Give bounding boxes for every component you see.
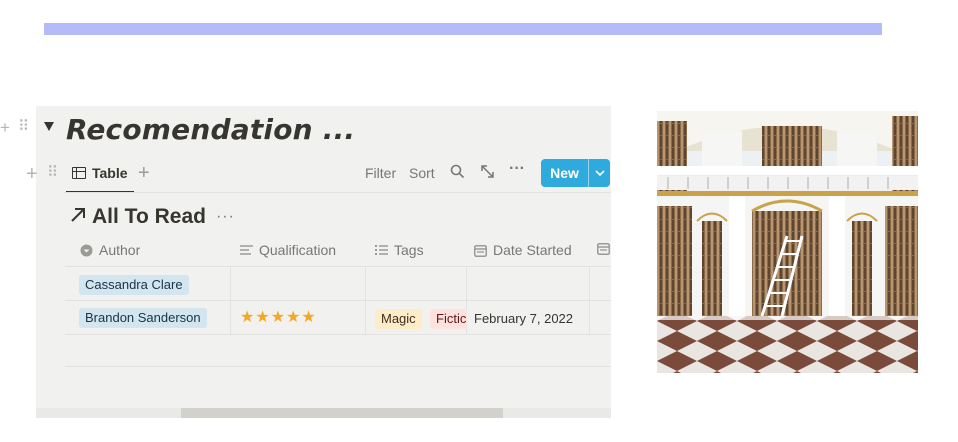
table-footer-divider	[65, 366, 611, 367]
database-title[interactable]: All To Read	[92, 205, 206, 229]
column-header-qualification[interactable]: Qualification	[240, 242, 336, 258]
horizontal-scrollbar[interactable]	[36, 408, 611, 418]
library-photo	[657, 111, 918, 373]
column-header-date-started[interactable]: Date Started	[474, 242, 572, 258]
star-rating[interactable]: ★★★★★	[240, 307, 317, 327]
column-label: Author	[99, 242, 141, 258]
filter-button[interactable]: Filter	[365, 165, 396, 181]
person-icon	[80, 244, 93, 256]
tag-chip[interactable]: Fictic	[430, 309, 467, 329]
new-button[interactable]: New	[541, 159, 610, 187]
database-title-row: All To Read ···	[70, 205, 235, 229]
tab-table[interactable]: Table	[66, 155, 134, 193]
calendar-icon	[597, 243, 610, 255]
calendar-icon	[474, 244, 487, 257]
page-banner	[44, 23, 882, 35]
scrollbar-thumb[interactable]	[181, 408, 503, 418]
page-title: Recomendation ...	[66, 113, 356, 146]
expand-icon[interactable]	[480, 164, 495, 182]
table-row[interactable]: Brandon Sanderson ★★★★★ Magic Fictic Feb…	[65, 302, 611, 335]
ellipsis-icon[interactable]: ···	[216, 208, 235, 226]
tab-divider	[64, 192, 611, 193]
column-header-extra[interactable]	[597, 242, 616, 255]
table-header-row: Author Qualification Tags Date Started	[65, 235, 611, 267]
text-lines-icon	[240, 245, 253, 255]
table-row[interactable]: Cassandra Clare	[65, 268, 611, 301]
more-horizontal-icon[interactable]: ···	[509, 161, 525, 177]
column-label: Date Started	[493, 242, 572, 258]
triangle-down-icon[interactable]	[44, 122, 54, 131]
author-chip[interactable]: Cassandra Clare	[79, 275, 189, 295]
date-started-cell[interactable]: February 7, 2022	[474, 311, 573, 326]
add-view-icon[interactable]: +	[138, 162, 150, 185]
drag-handle-icon[interactable]: ⠿	[18, 119, 29, 134]
plus-icon[interactable]: +	[0, 119, 10, 136]
tag-chip[interactable]: Magic	[375, 309, 422, 329]
author-chip[interactable]: Brandon Sanderson	[79, 308, 207, 328]
table-icon	[72, 167, 86, 179]
arrow-up-right-icon[interactable]	[70, 206, 86, 229]
column-header-author[interactable]: Author	[80, 242, 140, 258]
column-header-tags[interactable]: Tags	[375, 242, 424, 258]
sort-button[interactable]: Sort	[409, 165, 435, 181]
list-icon	[375, 245, 388, 255]
search-icon[interactable]	[450, 164, 465, 182]
new-button-label[interactable]: New	[541, 159, 588, 187]
view-tab-row: Table + Filter Sort ··· New	[36, 155, 611, 193]
column-label: Tags	[394, 242, 424, 258]
tab-label: Table	[92, 165, 128, 181]
column-label: Qualification	[259, 242, 337, 258]
chevron-down-icon[interactable]	[588, 159, 610, 187]
